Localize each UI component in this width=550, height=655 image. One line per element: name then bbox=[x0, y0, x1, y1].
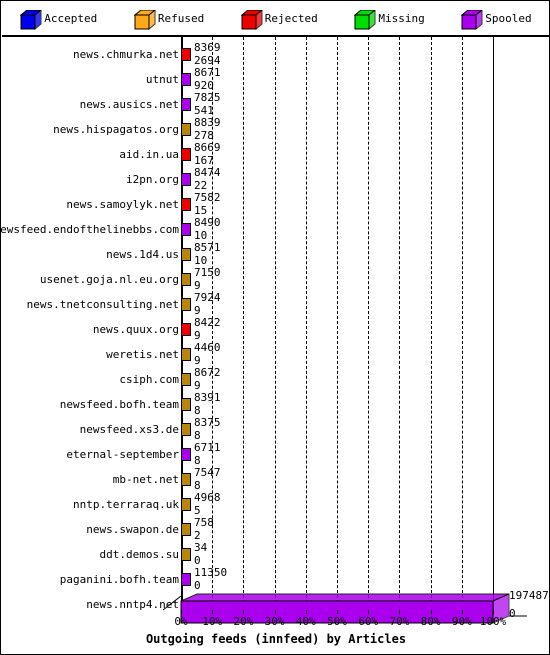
legend-item-missing: Missing bbox=[354, 10, 425, 30]
legend-label: Refused bbox=[157, 12, 205, 25]
legend-item-spooled: Spooled bbox=[461, 10, 532, 30]
x-tick bbox=[212, 610, 214, 614]
x-tick-label: 30% bbox=[264, 615, 285, 628]
chart-legend: Accepted Refused Rejected Missing Spooled bbox=[2, 2, 549, 37]
legend-label: Rejected bbox=[264, 12, 318, 25]
plot-area: news.chmurka.net 8369 2694 utnut 8671 920 news… bbox=[1, 37, 549, 654]
cube-icon bbox=[240, 10, 263, 30]
legend-item-refused: Refused bbox=[133, 10, 205, 30]
x-tick bbox=[399, 610, 401, 614]
x-tick-label: 50% bbox=[327, 615, 347, 628]
legend-label: Accepted bbox=[44, 12, 98, 25]
cube-icon bbox=[354, 10, 377, 30]
x-tick bbox=[493, 610, 494, 614]
legend-item-accepted: Accepted bbox=[20, 10, 98, 30]
x-tick bbox=[274, 610, 276, 614]
x-tick-label: 60% bbox=[358, 615, 379, 628]
legend-item-rejected: Rejected bbox=[240, 10, 318, 30]
x-tick-label: 80% bbox=[420, 615, 441, 628]
x-tick bbox=[243, 610, 245, 614]
legend-label: Spooled bbox=[485, 12, 532, 25]
x-tick-label: 40% bbox=[295, 615, 316, 628]
x-tick-label: 10% bbox=[202, 615, 223, 628]
bar-value-secondary: 0 bbox=[509, 607, 516, 620]
x-tick bbox=[305, 610, 307, 614]
x-axis: 0% 10% 20% 30% 40% 50% 60% 70% 80% 90% 100% bbox=[1, 596, 549, 628]
x-tick-label: 90% bbox=[451, 615, 472, 628]
x-tick bbox=[368, 610, 370, 614]
x-axis-title: Outgoing feeds (innfeed) by Articles bbox=[145, 632, 407, 646]
bar-value-articles: 1974874 bbox=[509, 589, 549, 602]
legend-label: Missing bbox=[378, 12, 425, 25]
cube-icon bbox=[461, 10, 484, 30]
x-tick bbox=[430, 610, 432, 614]
cube-icon bbox=[20, 10, 43, 30]
x-tick bbox=[337, 610, 338, 614]
chart-container: Accepted Refused Rejected Missing Spooled ne… bbox=[0, 0, 550, 655]
x-tick-label: 0% bbox=[174, 615, 188, 628]
cube-icon bbox=[133, 10, 156, 30]
x-tick-label: 70% bbox=[389, 615, 410, 628]
x-tick-label: 20% bbox=[233, 615, 254, 628]
x-tick bbox=[461, 610, 463, 614]
x-tick-label: 100% bbox=[479, 615, 507, 628]
